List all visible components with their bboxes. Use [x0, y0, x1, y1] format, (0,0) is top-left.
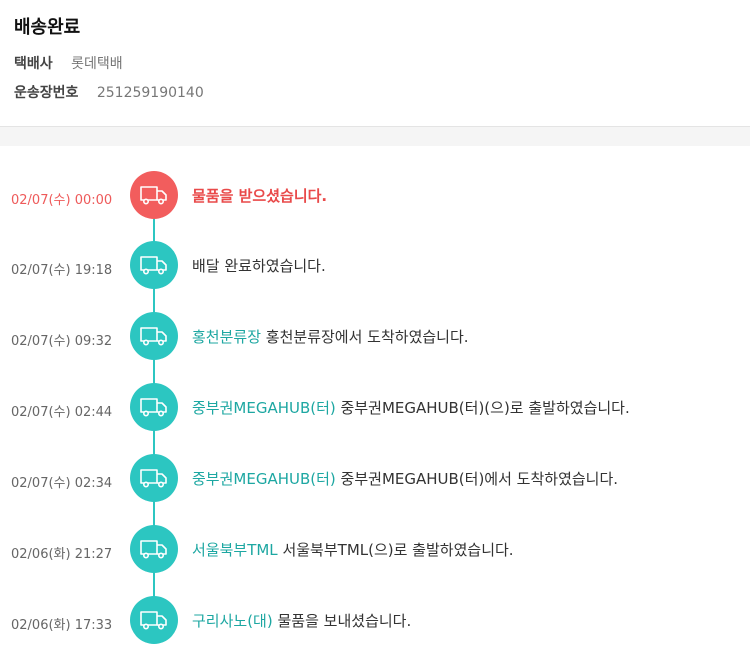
timeline-event: 02/07(수) 19:18 배달 완료하였습니다. — [0, 241, 750, 291]
delivery-truck-icon — [130, 525, 178, 573]
event-description: 홍천분류장에서 도착하였습니다. — [265, 328, 469, 346]
event-message: 중부권MEGAHUB(터) 중부권MEGAHUB(터)(으)로 출발하였습니다. — [192, 397, 630, 418]
event-location: 홍천분류장 — [192, 328, 262, 346]
event-location: 구리사노(대) — [192, 612, 273, 630]
event-description: 서울북부TML(으)로 출발하였습니다. — [282, 541, 514, 559]
timeline-event: 02/06(화) 21:27 서울북부TML 서울북부TML(으)로 출발하였습… — [0, 525, 750, 575]
event-time: 02/07(수) 02:44 — [11, 405, 113, 420]
timeline-event: 02/07(수) 02:44 중부권MEGAHUB(터) 중부권MEGAHUB(… — [0, 383, 750, 433]
delivery-truck-icon — [130, 454, 178, 502]
delivery-truck-icon — [130, 312, 178, 360]
event-message: 구리사노(대) 물품을 보내셨습니다. — [192, 610, 411, 631]
tracking-number-label: 운송장번호 — [14, 85, 79, 101]
carrier-row: 택배사 롯데택배 — [14, 53, 123, 73]
carrier-value: 롯데택배 — [71, 56, 123, 72]
event-time: 02/07(수) 19:18 — [11, 263, 113, 278]
section-divider — [0, 126, 750, 146]
event-description: 중부권MEGAHUB(터)(으)로 출발하였습니다. — [340, 399, 630, 417]
delivery-truck-icon — [130, 241, 178, 289]
delivery-truck-icon — [130, 171, 178, 219]
carrier-label: 택배사 — [14, 56, 53, 72]
timeline-event: 02/06(화) 17:33 구리사노(대) 물품을 보내셨습니다. — [0, 596, 750, 646]
event-location: 중부권MEGAHUB(터) — [192, 399, 336, 417]
event-time: 02/06(화) 17:33 — [11, 618, 113, 633]
event-description: 물품을 받으셨습니다. — [192, 187, 328, 205]
event-description: 물품을 보내셨습니다. — [277, 612, 412, 630]
event-message: 서울북부TML 서울북부TML(으)로 출발하였습니다. — [192, 539, 514, 560]
delivery-header: 배송완료 택배사 롯데택배 운송장번호 251259190140 — [0, 0, 750, 126]
event-description: 중부권MEGAHUB(터)에서 도착하였습니다. — [340, 470, 619, 488]
event-message: 물품을 받으셨습니다. — [192, 185, 327, 206]
tracking-number-value: 251259190140 — [96, 85, 204, 101]
delivery-status-title: 배송완료 — [14, 17, 81, 38]
event-description: 배달 완료하였습니다. — [192, 257, 326, 275]
timeline-event: 02/07(수) 09:32 홍천분류장 홍천분류장에서 도착하였습니다. — [0, 312, 750, 362]
delivery-truck-icon — [130, 383, 178, 431]
event-time: 02/07(수) 00:00 — [11, 193, 113, 208]
event-message: 배달 완료하였습니다. — [192, 255, 326, 276]
event-time: 02/07(수) 02:34 — [11, 476, 113, 491]
event-message: 홍천분류장 홍천분류장에서 도착하였습니다. — [192, 326, 469, 347]
timeline-event-current: 02/07(수) 00:00 물품을 받으셨습니다. — [0, 171, 750, 221]
event-location: 중부권MEGAHUB(터) — [192, 470, 336, 488]
delivery-truck-icon — [130, 596, 178, 644]
event-location: 서울북부TML — [192, 541, 278, 559]
tracking-timeline: 02/07(수) 00:00 물품을 받으셨습니다. 02/07(수) 19:1… — [0, 146, 750, 658]
event-message: 중부권MEGAHUB(터) 중부권MEGAHUB(터)에서 도착하였습니다. — [192, 468, 618, 489]
tracking-row: 운송장번호 251259190140 — [14, 82, 204, 102]
timeline-event: 02/07(수) 02:34 중부권MEGAHUB(터) 중부권MEGAHUB(… — [0, 454, 750, 504]
event-time: 02/06(화) 21:27 — [11, 547, 113, 562]
event-time: 02/07(수) 09:32 — [11, 334, 113, 349]
